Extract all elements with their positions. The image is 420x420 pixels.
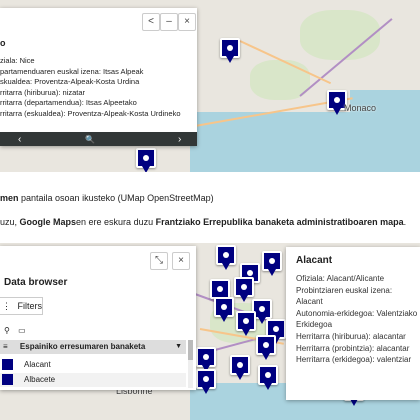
close-popup-button[interactable]: ×: [178, 13, 196, 31]
filters-button[interactable]: ⋮ Filters: [0, 297, 43, 315]
layer-toolbar: ⚲ ▭: [4, 326, 26, 335]
layer-name: Espainiko erresumaren banaketa: [19, 342, 146, 351]
feature-name: Alacant: [24, 360, 51, 369]
map-caption: men pantaila osoan ikusteko (UMap OpenSt…: [0, 193, 214, 203]
collapse-icon[interactable]: ⤡: [150, 252, 168, 270]
tooltip-line: Herritarra (erkidegoa): valentziar: [296, 355, 412, 365]
map-marker[interactable]: [262, 251, 282, 276]
tooltip-line: Alacant: [296, 297, 323, 307]
popup-heading: o: [0, 38, 6, 48]
sentence-end: .: [403, 217, 407, 227]
tooltip-title: Alacant: [296, 255, 333, 266]
map-marker[interactable]: [234, 277, 254, 302]
tooltip-line: Herritarra (probintzia): alacantar: [296, 343, 410, 353]
caption-text: pantaila osoan ikusteko (UMap OpenStreet…: [18, 193, 214, 203]
minimize-icon[interactable]: –: [160, 13, 178, 31]
popup-property: rritarra (hiriburua): nizatar: [0, 87, 86, 97]
top-map[interactable]: Monaco < × – o ziala: Nice partamenduare…: [0, 0, 420, 172]
popup-property: partamenduaren euskal izena: Itsas Alpea…: [0, 66, 144, 76]
next-arrow-icon[interactable]: ›: [178, 134, 181, 145]
layer-header[interactable]: ≡ Espainiko erresumaren banaketa ▼: [0, 340, 186, 354]
popup-property: skualdea: Proventza-Alpeak-Kosta Urdina: [0, 77, 140, 86]
tooltip-line: Herritarra (hiriburua): alacantar: [296, 331, 406, 341]
tooltip-line: Erkidegoa: [296, 320, 333, 330]
city-label-monaco: Monaco: [344, 103, 377, 113]
tooltip-line: Autonomia-erkidegoa: Valentziako: [296, 308, 418, 318]
map-marker[interactable]: [258, 365, 278, 390]
google-maps-link[interactable]: Google Maps: [20, 217, 77, 227]
map-marker[interactable]: [220, 38, 240, 63]
map-marker[interactable]: [216, 245, 236, 270]
intro-sentence: uzu, Google Mapsen ere eskura duzu Frant…: [0, 217, 406, 227]
feature-popup: < × – o ziala: Nice partamenduaren euska…: [0, 8, 197, 146]
tooltip-lines: Ofiziala: Alacant/Alicante Probintziaren…: [296, 273, 417, 366]
sentence-middle: en ere eskura duzu: [76, 217, 156, 227]
popup-nav-bar: ‹ 🔍 ›: [0, 132, 197, 146]
zoom-layer-icon[interactable]: ⚲: [4, 326, 10, 335]
layer-toggle-icon[interactable]: ≡: [3, 342, 8, 351]
map-title-link[interactable]: Frantziako Errepublika banaketa administ…: [156, 217, 404, 227]
map-marker[interactable]: [256, 335, 276, 360]
feature-color-icon: [2, 359, 13, 370]
map-marker[interactable]: [196, 347, 216, 372]
popup-property: rritarra (departamendua): Itsas Alpeetak…: [0, 98, 137, 107]
feature-name: Albacete: [24, 375, 56, 384]
popup-properties: ziala: Nice partamenduaren euskal izena:…: [0, 56, 181, 119]
prev-feature-button[interactable]: <: [142, 13, 160, 31]
popup-property: ziala: Nice: [0, 56, 35, 65]
bottom-map[interactable]: Lisbonne ⤡ × Data browser ⋮ Filters ⚲ ▭ …: [0, 243, 420, 420]
prev-arrow-icon[interactable]: ‹: [18, 134, 21, 145]
map-marker[interactable]: [230, 355, 250, 380]
scrollbar-thumb[interactable]: [188, 340, 193, 360]
map-marker[interactable]: [196, 369, 216, 394]
tooltip-line: Ofiziala: Alacant/Alicante: [296, 274, 385, 283]
chevron-down-icon[interactable]: ▼: [175, 340, 182, 354]
map-marker[interactable]: [236, 311, 256, 336]
map-marker[interactable]: [136, 148, 156, 172]
feature-color-icon: [2, 374, 13, 385]
map-marker[interactable]: [214, 297, 234, 322]
feature-tooltip: Alacant Ofiziala: Alacant/Alicante Probi…: [286, 247, 420, 400]
data-browser-title: Data browser: [4, 277, 68, 288]
caption-link[interactable]: men: [0, 193, 19, 203]
map-marker[interactable]: [210, 279, 230, 304]
filters-label: Filters: [17, 301, 43, 311]
close-panel-button[interactable]: ×: [172, 252, 190, 270]
zoom-to-icon[interactable]: 🔍: [85, 135, 95, 144]
filter-icon: ⋮: [2, 301, 11, 311]
data-browser-panel: ⤡ × Data browser ⋮ Filters ⚲ ▭ ≡ Espaini…: [0, 246, 196, 390]
tooltip-line: Probintziaren euskal izena:: [296, 285, 393, 295]
scrollbar[interactable]: [188, 340, 193, 388]
park-area: [300, 10, 380, 60]
download-icon[interactable]: ▭: [18, 326, 26, 335]
list-item[interactable]: Albacete: [0, 373, 186, 387]
sentence-start: uzu,: [0, 217, 20, 227]
list-item[interactable]: Alacant: [0, 358, 186, 372]
popup-property: rritarra (eskualdea): Proventza-Alpeak-K…: [0, 108, 181, 118]
